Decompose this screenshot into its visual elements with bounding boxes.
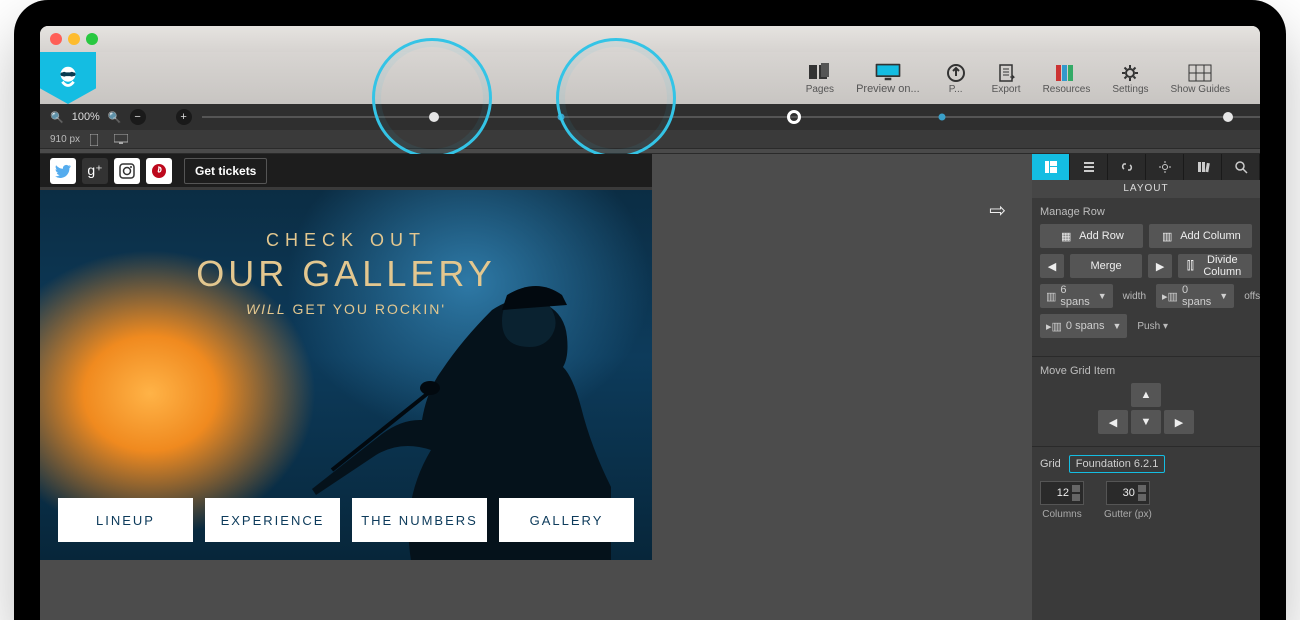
toolbar-show-guides-label: Show Guides	[1171, 84, 1230, 95]
add-column-button[interactable]: ▥Add Column	[1149, 224, 1252, 248]
design-canvas[interactable]: g⁺ Get tickets CHECK OUT OUR GALLERY WIL…	[40, 154, 652, 620]
push-spans-dropdown[interactable]: ▸▥0 spans▼	[1040, 314, 1127, 338]
inspector-tab-library[interactable]	[1184, 154, 1222, 180]
traffic-light-zoom[interactable]	[86, 33, 98, 45]
zoom-in-icon[interactable]: 🔍	[108, 111, 122, 124]
inspector-tab-link[interactable]	[1108, 154, 1146, 180]
toolbar-publish[interactable]: P...	[942, 62, 970, 95]
google-plus-icon[interactable]: g⁺	[82, 158, 108, 184]
toolbar-resources-label: Resources	[1043, 84, 1091, 95]
offset-spans-dropdown[interactable]: ▸▥0 spans▼	[1156, 284, 1234, 308]
push-label: Push ▾	[1133, 321, 1172, 332]
merge-right-button[interactable]: ▶	[1148, 254, 1172, 278]
window-titlebar	[40, 26, 1260, 52]
gear-small-icon	[1158, 160, 1172, 174]
toolbar-export-label: Export	[992, 84, 1021, 95]
inspector-panel: LAYOUT Manage Row ▦Add Row ▥Add Column ◀…	[1032, 154, 1260, 620]
move-right-button[interactable]: ▶	[1164, 410, 1194, 434]
library-icon	[1196, 160, 1210, 174]
move-up-button[interactable]: ▲	[1131, 383, 1161, 407]
width-spans-dropdown[interactable]: ▥6 spans▼	[1040, 284, 1113, 308]
instagram-icon[interactable]	[114, 158, 140, 184]
monitor-icon	[874, 61, 902, 83]
search-icon	[1234, 160, 1248, 174]
breakpoint-handle-3[interactable]	[939, 114, 946, 121]
guides-icon	[1186, 62, 1214, 84]
width-label: width	[1119, 291, 1150, 302]
toolbar-settings-label: Settings	[1112, 84, 1148, 95]
offset-label: offset	[1240, 291, 1260, 302]
merge-left-button[interactable]: ◀	[1040, 254, 1064, 278]
breakpoint-handle-active[interactable]	[787, 110, 801, 124]
add-row-icon: ▦	[1059, 229, 1073, 243]
upload-icon	[942, 62, 970, 84]
move-down-button[interactable]: ▼	[1131, 410, 1161, 434]
zoom-out-icon[interactable]: 🔍	[50, 111, 64, 124]
inspector-tab-stack[interactable]	[1070, 154, 1108, 180]
breakpoint-track[interactable]	[202, 104, 1260, 130]
stack-icon	[1082, 160, 1096, 174]
breakpoint-handle-4[interactable]	[1223, 112, 1233, 122]
canvas-width-px: 910 px	[50, 134, 80, 145]
inspector-tab-settings[interactable]	[1146, 154, 1184, 180]
inspector-tab-layout[interactable]	[1032, 154, 1070, 180]
toolbar-pages-label: Pages	[806, 84, 834, 95]
site-header: g⁺ Get tickets	[40, 154, 652, 190]
grid-framework-dropdown[interactable]: Foundation 6.2.1	[1069, 455, 1166, 473]
toolbar-preview-label: Preview on...	[856, 83, 920, 95]
columns-input[interactable]: 12	[1040, 481, 1084, 505]
hero-tab-gallery[interactable]: GALLERY	[499, 498, 634, 542]
move-left-button[interactable]: ◀	[1098, 410, 1128, 434]
device-phone-icon[interactable]	[90, 134, 104, 144]
breakpoint-bar: 🔍 100% 🔍 − +	[40, 104, 1260, 130]
get-tickets-button[interactable]: Get tickets	[184, 158, 267, 184]
columns-label: Columns	[1042, 509, 1081, 520]
toolbar-settings[interactable]: Settings	[1112, 62, 1148, 95]
canvas-empty-area: ⇨	[652, 154, 1032, 620]
toolbar-show-guides[interactable]: Show Guides	[1171, 62, 1230, 95]
books-icon	[1052, 62, 1080, 84]
add-row-button[interactable]: ▦Add Row	[1040, 224, 1143, 248]
link-icon	[1120, 160, 1134, 174]
toolbar-pages[interactable]: Pages	[806, 62, 834, 95]
traffic-light-close[interactable]	[50, 33, 62, 45]
layout-icon	[1044, 160, 1058, 174]
app-logo[interactable]	[40, 52, 96, 104]
breakpoint-handle-1[interactable]	[429, 112, 439, 122]
hero-tab-experience[interactable]: EXPERIENCE	[205, 498, 340, 542]
divide-column-button[interactable]: ⫿⫿Divide Column	[1178, 254, 1252, 278]
inspector-tab-search[interactable]	[1222, 154, 1260, 180]
toolbar-preview[interactable]: Preview on...	[856, 61, 920, 95]
zoom-minus-button[interactable]: −	[130, 109, 146, 125]
hero-tab-lineup[interactable]: LINEUP	[58, 498, 193, 542]
hero-section[interactable]: CHECK OUT OUR GALLERY WILL GET YOU ROCKI…	[40, 190, 652, 560]
grid-label: Grid	[1040, 458, 1061, 470]
pages-icon	[806, 62, 834, 84]
gear-icon	[1116, 62, 1144, 84]
merge-button[interactable]: Merge	[1070, 254, 1142, 278]
divide-icon: ⫿⫿	[1186, 259, 1195, 273]
breakpoint-handle-2[interactable]	[558, 114, 565, 121]
hero-tab-numbers[interactable]: THE NUMBERS	[352, 498, 487, 542]
app-toolbar: Pages Preview on... P... Export Resource…	[40, 52, 1260, 104]
mascot-icon	[53, 63, 83, 93]
move-grid-label: Move Grid Item	[1040, 365, 1252, 377]
inspector-title: LAYOUT	[1032, 180, 1260, 198]
export-icon	[992, 62, 1020, 84]
zoom-value: 100%	[72, 111, 100, 123]
twitter-icon[interactable]	[50, 158, 76, 184]
device-desktop-icon[interactable]	[114, 134, 128, 144]
toolbar-resources[interactable]: Resources	[1043, 62, 1091, 95]
traffic-light-minimize[interactable]	[68, 33, 80, 45]
toolbar-publish-label: P...	[949, 84, 963, 95]
pinterest-icon[interactable]	[146, 158, 172, 184]
get-tickets-label: Get tickets	[195, 164, 256, 178]
gutter-input[interactable]: 30	[1106, 481, 1150, 505]
toolbar-export[interactable]: Export	[992, 62, 1021, 95]
resize-arrow-icon[interactable]: ⇨	[989, 198, 1006, 223]
zoom-plus-button[interactable]: +	[176, 109, 192, 125]
gutter-label: Gutter (px)	[1104, 509, 1152, 520]
add-column-icon: ▥	[1160, 229, 1174, 243]
manage-row-label: Manage Row	[1040, 206, 1252, 218]
